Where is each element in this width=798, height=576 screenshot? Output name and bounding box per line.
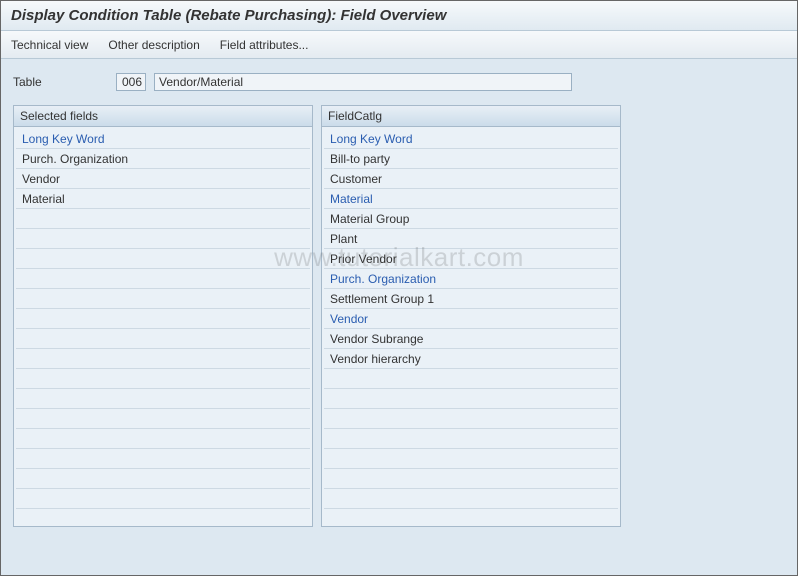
content-area: Table 006 Vendor/Material Selected field… bbox=[1, 59, 797, 576]
list-item-empty[interactable] bbox=[16, 309, 310, 329]
list-item-empty[interactable] bbox=[16, 229, 310, 249]
list-item[interactable]: Vendor bbox=[324, 309, 618, 329]
list-item-empty[interactable] bbox=[16, 209, 310, 229]
list-item-empty[interactable] bbox=[16, 449, 310, 469]
menu-bar: Technical view Other description Field a… bbox=[1, 31, 797, 59]
list-item[interactable]: Bill-to party bbox=[324, 149, 618, 169]
list-item[interactable]: Settlement Group 1 bbox=[324, 289, 618, 309]
sap-window: Display Condition Table (Rebate Purchasi… bbox=[0, 0, 798, 576]
list-item-empty[interactable] bbox=[324, 429, 618, 449]
list-item-empty[interactable] bbox=[16, 349, 310, 369]
list-item-empty[interactable] bbox=[16, 409, 310, 429]
list-item[interactable]: Vendor Subrange bbox=[324, 329, 618, 349]
list-item-empty[interactable] bbox=[16, 329, 310, 349]
list-item-empty[interactable] bbox=[324, 449, 618, 469]
list-item-empty[interactable] bbox=[324, 409, 618, 429]
table-label: Table bbox=[13, 75, 108, 89]
list-item[interactable]: Vendor hierarchy bbox=[324, 349, 618, 369]
menu-other-description[interactable]: Other description bbox=[108, 38, 199, 52]
selected-fields-title: Selected fields bbox=[14, 106, 312, 127]
list-item-empty[interactable] bbox=[16, 289, 310, 309]
list-item-empty[interactable] bbox=[16, 249, 310, 269]
table-input-row: Table 006 Vendor/Material bbox=[13, 73, 785, 91]
list-item-empty[interactable] bbox=[324, 489, 618, 509]
list-item[interactable]: Prior Vendor bbox=[324, 249, 618, 269]
menu-technical-view[interactable]: Technical view bbox=[11, 38, 88, 52]
list-item-empty[interactable] bbox=[16, 429, 310, 449]
list-item-empty[interactable] bbox=[324, 469, 618, 489]
selected-fields-list[interactable]: Long Key WordPurch. OrganizationVendorMa… bbox=[14, 127, 312, 526]
table-code-field[interactable]: 006 bbox=[116, 73, 146, 91]
list-item-empty[interactable] bbox=[16, 369, 310, 389]
list-item-empty[interactable] bbox=[16, 489, 310, 509]
list-item[interactable]: Material bbox=[16, 189, 310, 209]
list-item-empty[interactable] bbox=[16, 269, 310, 289]
list-item[interactable]: Plant bbox=[324, 229, 618, 249]
list-item-empty[interactable] bbox=[324, 389, 618, 409]
list-item[interactable]: Material Group bbox=[324, 209, 618, 229]
list-item[interactable]: Material bbox=[324, 189, 618, 209]
list-item-empty[interactable] bbox=[16, 389, 310, 409]
field-catalog-list[interactable]: Long Key WordBill-to partyCustomerMateri… bbox=[322, 127, 620, 526]
field-catalog-title: FieldCatlg bbox=[322, 106, 620, 127]
list-item[interactable]: Purch. Organization bbox=[324, 269, 618, 289]
list-column-header[interactable]: Long Key Word bbox=[16, 129, 310, 149]
menu-field-attributes[interactable]: Field attributes... bbox=[220, 38, 309, 52]
list-item-empty[interactable] bbox=[324, 369, 618, 389]
list-item[interactable]: Vendor bbox=[16, 169, 310, 189]
list-column-header[interactable]: Long Key Word bbox=[324, 129, 618, 149]
panels-container: Selected fields Long Key WordPurch. Orga… bbox=[13, 105, 785, 527]
list-item-empty[interactable] bbox=[16, 469, 310, 489]
title-bar: Display Condition Table (Rebate Purchasi… bbox=[1, 1, 797, 31]
table-description-field[interactable]: Vendor/Material bbox=[154, 73, 572, 91]
field-catalog-panel: FieldCatlg Long Key WordBill-to partyCus… bbox=[321, 105, 621, 527]
list-item[interactable]: Customer bbox=[324, 169, 618, 189]
list-item[interactable]: Purch. Organization bbox=[16, 149, 310, 169]
page-title: Display Condition Table (Rebate Purchasi… bbox=[11, 7, 787, 24]
selected-fields-panel: Selected fields Long Key WordPurch. Orga… bbox=[13, 105, 313, 527]
